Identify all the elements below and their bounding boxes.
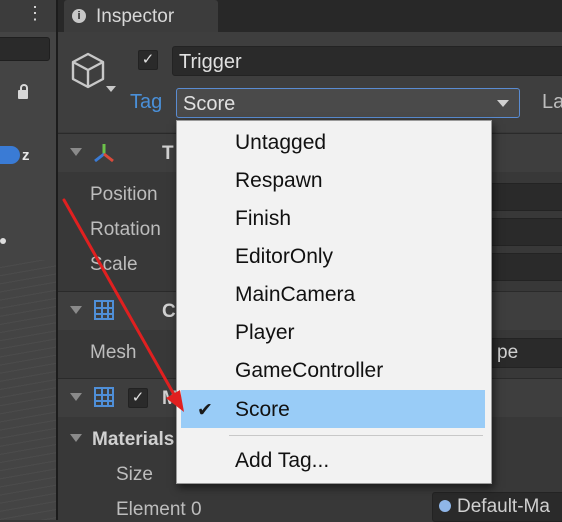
annotation-arrow	[62, 198, 184, 412]
